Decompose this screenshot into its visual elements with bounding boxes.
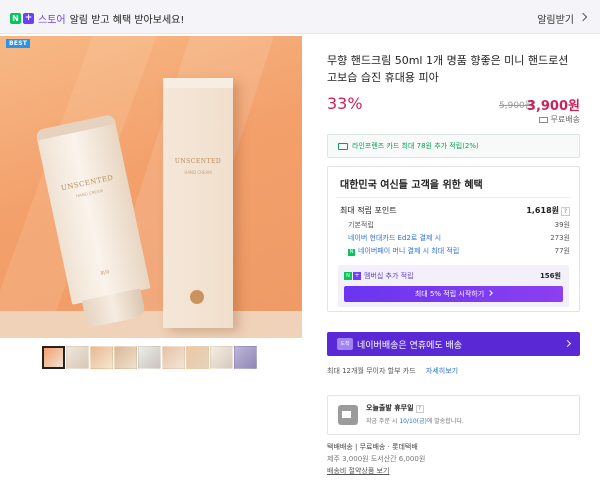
thumbnail[interactable]: [210, 346, 233, 369]
notification-message: 알림 받고 혜택 받아보세요!: [69, 15, 185, 26]
thumbnail[interactable]: [114, 346, 137, 369]
shipping-label: 무료배송: [550, 115, 580, 124]
benefit-row[interactable]: 네이버 현대카드 Ed2로 결제 시 273원: [340, 233, 570, 245]
today-shipping-text: 지금 주문 시 10/10(금)에 발송합니다.: [366, 418, 464, 425]
help-icon[interactable]: ?: [415, 405, 424, 413]
thumbnail[interactable]: [162, 346, 185, 369]
image-floor: [0, 311, 302, 338]
delivery-icon: 도착: [337, 338, 353, 350]
chevron-right-icon: [563, 339, 572, 348]
membership-value: 156원: [539, 272, 561, 280]
help-icon[interactable]: ?: [561, 207, 570, 216]
thumbnail[interactable]: [66, 346, 89, 369]
benefit-row-value: 39원: [554, 221, 570, 229]
naver-n-icon: N: [344, 272, 352, 280]
delivery-line1: 택배배송 | 무료배송 · 롯데택배: [327, 443, 418, 451]
npay-icon: N: [348, 249, 355, 256]
naver-delivery-banner[interactable]: 도착 네이버배송은 연휴에도 배송: [327, 332, 580, 356]
thumbnail[interactable]: [138, 346, 161, 369]
max-points-label: 최대 적립 포인트: [340, 206, 397, 215]
benefit-row-label: 네이버페이 머니 결제 시 최대 적립: [358, 247, 460, 255]
membership-box: N + 멤버십 추가 적립 156원 최대 5% 적립 시작하기: [338, 265, 569, 307]
box-brand-text: UNSCENTED: [174, 158, 222, 165]
card-benefit-text: 라인프렌즈 카드 최대 78원 추가 적립(2%): [352, 142, 479, 150]
installment-info: 최대 12개월 무이자 할부 카드 자세히보기: [327, 366, 458, 376]
price-row: 33% 5,900원 3,900원: [327, 94, 580, 114]
membership-button-label: 최대 5% 적립 시작하기: [414, 290, 485, 298]
benefit-row: 기본적립 39원: [340, 220, 570, 232]
today-shipping-box: 오늘출발 휴무일? 지금 주문 시 10/10(금)에 발송합니다.: [327, 395, 580, 435]
product-title: 무향 핸드크림 50ml 1개 명품 향좋은 미니 핸드로션 고보습 습진 휴대…: [327, 54, 569, 84]
thumbnail[interactable]: [186, 346, 209, 369]
product-box: UNSCENTED HAND CREAM: [163, 78, 233, 328]
truck-icon: [538, 117, 548, 123]
benefit-row-value: 77원: [554, 247, 570, 255]
max-points-row: 최대 적립 포인트 1,618원?: [340, 205, 570, 217]
today-shipping-title-row: 오늘출발 휴무일?: [366, 403, 424, 413]
shipping-info: 무료배송: [538, 114, 580, 125]
delivery-saving-link[interactable]: 배송비 절약상품 보기: [327, 465, 425, 477]
naver-n-icon: N: [10, 13, 21, 24]
top-notification-bar: N + 스토어 알림 받고 혜택 받아보세요! 알림받기: [0, 0, 600, 34]
benefit-row-value: 273원: [550, 234, 570, 242]
plus-icon: +: [353, 272, 361, 280]
thumbnail[interactable]: [234, 346, 257, 369]
store-label: 스토어: [38, 15, 66, 26]
delivery-info: 택배배송 | 무료배송 · 롯데택배 제주 3,000원 도서산간 6,000원…: [327, 441, 425, 477]
membership-label: 멤버십 추가 적립: [364, 272, 414, 280]
installment-text: 최대 12개월 무이자 할부 카드: [327, 367, 416, 375]
card-icon: [338, 143, 348, 150]
membership-start-button[interactable]: 최대 5% 적립 시작하기: [344, 286, 563, 302]
box-logo-icon: [190, 290, 204, 304]
thumbnail[interactable]: [42, 346, 65, 369]
thumbnail-strip: [42, 346, 257, 369]
store-badge[interactable]: N + 스토어 알림 받고 혜택 받아보세요!: [10, 11, 184, 26]
divider: [336, 197, 571, 198]
product-info-panel: 무향 핸드크림 50ml 1개 명품 향좋은 미니 핸드로션 고보습 습진 휴대…: [327, 52, 580, 475]
plus-icon: +: [23, 13, 34, 24]
sale-price: 3,900원: [526, 99, 580, 114]
max-points-value: 1,618원?: [526, 205, 570, 216]
delivery-line2: 제주 3,000원 도서산간 6,000원: [327, 455, 426, 463]
card-benefit-banner[interactable]: 라인프렌즈 카드 최대 78원 추가 적립(2%): [327, 134, 580, 158]
chevron-right-icon: [487, 290, 493, 296]
benefit-row-label: 네이버 현대카드 Ed2로 결제 시: [348, 234, 442, 242]
benefit-heading: 대한민국 여신들 고객을 위한 혜택: [340, 180, 483, 191]
benefit-box: 대한민국 여신들 고객을 위한 혜택 최대 적립 포인트 1,618원? 기본적…: [327, 166, 580, 312]
discount-rate: 33%: [327, 94, 363, 113]
thumbnail[interactable]: [90, 346, 113, 369]
best-badge: BEST: [6, 39, 31, 48]
truck-icon: [338, 405, 358, 425]
product-main-image[interactable]: UNSCENTED HAND CREAM UNSCENTED HAND CREA…: [0, 36, 302, 338]
box-sub-text: HAND CREAM: [184, 170, 212, 175]
notify-button[interactable]: 알림받기: [537, 11, 588, 26]
today-shipping-title: 오늘출발 휴무일: [366, 404, 414, 412]
benefit-row-label: 기본적립: [348, 221, 374, 229]
membership-label-group: N + 멤버십 추가 적립: [344, 271, 414, 281]
naver-delivery-text: 네이버배송은 연휴에도 배송: [357, 341, 463, 351]
installment-detail-link[interactable]: 자세히보기: [426, 367, 458, 375]
benefit-row[interactable]: N 네이버페이 머니 결제 시 최대 적립 77원: [340, 246, 570, 258]
